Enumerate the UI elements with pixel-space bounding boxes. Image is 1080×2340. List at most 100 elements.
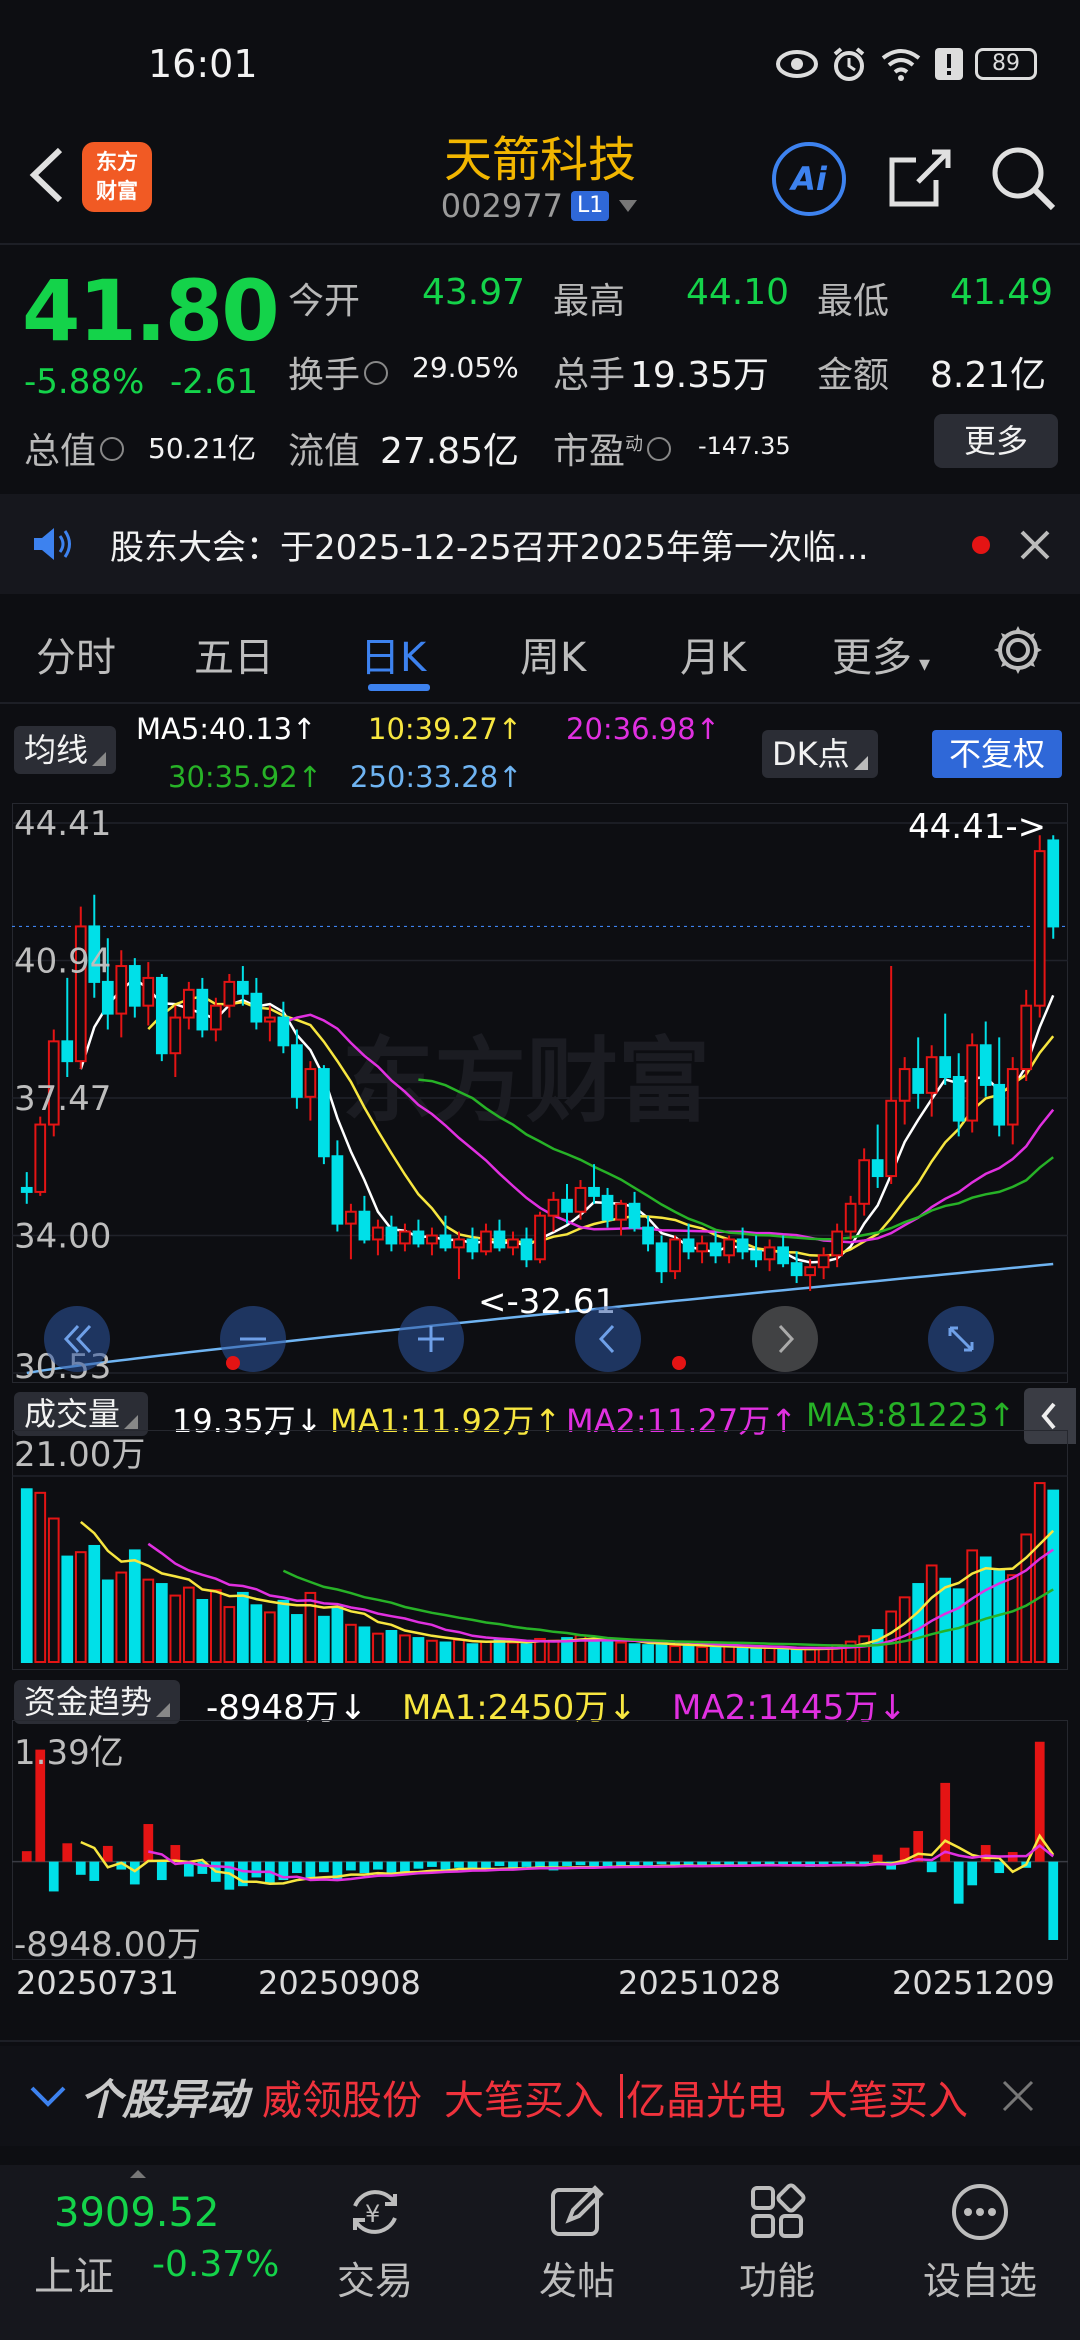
ma10-legend: 10:39.27↑ <box>368 712 522 746</box>
scroll-right-button[interactable] <box>752 1306 818 1372</box>
mktcap-label-text: 总值 <box>24 431 97 472</box>
nav-add-watchlist[interactable]: 设自选 <box>910 2180 1050 2305</box>
gear-icon[interactable] <box>990 622 1046 678</box>
event-dot[interactable] <box>672 1356 686 1370</box>
candle-body <box>223 980 236 1007</box>
scroll-left-fast-button[interactable] <box>44 1306 110 1372</box>
candle-body <box>277 1016 290 1047</box>
tab-more[interactable]: 更多 ▾ <box>832 625 930 683</box>
double-chevron-left-icon <box>63 1324 92 1354</box>
volume-bar <box>966 1549 979 1663</box>
flow-bar <box>319 1861 329 1873</box>
flow-bar <box>980 1845 991 1862</box>
tab-daily-k[interactable]: 日K <box>360 625 426 683</box>
candle-body <box>453 1238 465 1249</box>
volume-bar <box>777 1648 789 1664</box>
stock-code: 002977 <box>440 187 563 225</box>
candle-body <box>858 1159 871 1205</box>
volume-bar <box>750 1647 762 1663</box>
zoom-in-button[interactable] <box>398 1306 464 1372</box>
date-tick: 20250908 <box>258 1964 421 2002</box>
divider <box>0 2040 1080 2042</box>
flow-indicator-selector[interactable]: 资金趋势 <box>14 1680 181 1724</box>
scroll-left-button[interactable] <box>575 1306 641 1372</box>
pe-superscript: 动 <box>625 434 644 455</box>
volume-bar <box>790 1649 803 1664</box>
status-icons: 89 <box>775 42 1037 86</box>
volume-bar <box>47 1517 60 1663</box>
ma250-legend: 250:33.28↑ <box>350 760 523 794</box>
index-change[interactable]: -0.37% <box>152 2244 279 2285</box>
volume-bar <box>763 1646 776 1663</box>
dk-point-button[interactable]: DK点 <box>762 730 878 778</box>
volume-bar <box>115 1571 128 1664</box>
tab-weekly-k[interactable]: 周K <box>520 625 586 683</box>
tab-five-day[interactable]: 五日 <box>194 625 274 683</box>
capital-flow-chart[interactable]: 1.39亿 -8948.00万 <box>12 1720 1068 1960</box>
nav-post[interactable]: 发帖 <box>507 2180 647 2305</box>
flow-bar <box>454 1861 464 1868</box>
volume-bar <box>507 1641 519 1663</box>
tab-more-label: 更多 <box>832 635 912 681</box>
volume-chart[interactable]: 21.00万 <box>12 1430 1068 1670</box>
corner-triangle-icon <box>124 1415 139 1429</box>
indicator-selector[interactable]: 均线 <box>14 726 117 774</box>
candle-body <box>128 965 141 1007</box>
indicator-selector-label: 均线 <box>24 731 89 769</box>
index-value[interactable]: 3909.52 <box>54 2190 219 2236</box>
info-circle-icon <box>647 437 672 461</box>
flow-bar <box>359 1861 370 1874</box>
kline-chart[interactable]: 东方财富 44.4140.9437.4734.0030.5344.41-><-3… <box>12 803 1068 1383</box>
flow-bar <box>791 1861 802 1865</box>
tab-monthly-k[interactable]: 月K <box>680 625 746 683</box>
flow-bar <box>562 1861 572 1867</box>
pe-value: -147.35 <box>698 432 791 460</box>
candle-body <box>169 1016 182 1055</box>
search-icon[interactable] <box>985 140 1059 214</box>
candle-body <box>912 1068 925 1094</box>
adjust-mode-button[interactable]: 不复权 <box>932 730 1062 778</box>
pe-label[interactable]: 市盈动 <box>553 422 672 474</box>
more-quote-button[interactable]: 更多 <box>934 414 1058 468</box>
pe-label-text: 市盈 <box>553 431 626 472</box>
amount-value: 8.21亿 <box>930 355 1047 396</box>
notice-text[interactable]: 股东大会：于2025-12-25召开2025年第一次临... <box>110 520 960 569</box>
event-dot[interactable] <box>226 1356 240 1370</box>
volume-bar <box>182 1586 195 1664</box>
candle-body <box>993 1083 1006 1126</box>
candle-body <box>1033 850 1046 1007</box>
chevron-down-icon[interactable] <box>26 2078 70 2114</box>
volume-label: 总手 <box>553 355 626 396</box>
tab-intraday[interactable]: 分时 <box>36 625 116 683</box>
close-icon[interactable] <box>1010 520 1060 570</box>
share-icon[interactable] <box>882 140 956 214</box>
turnover-label-text: 换手 <box>288 355 361 396</box>
ticker-stock[interactable]: 亿晶光电 <box>626 2068 786 2126</box>
nav-trade[interactable]: ¥ 交易 <box>305 2180 445 2305</box>
ticker-event: 大笔买入 <box>808 2078 968 2124</box>
volume-bar <box>682 1644 695 1664</box>
ticker-event: 大笔买入 <box>444 2078 604 2124</box>
fullscreen-button[interactable] <box>928 1306 994 1372</box>
turnover-label[interactable]: 换手 <box>288 346 389 398</box>
candle-body <box>925 1056 938 1094</box>
ai-button[interactable]: Ai <box>772 142 846 216</box>
ticker-stock[interactable]: 威领股份 <box>262 2068 422 2126</box>
flow-bar <box>400 1861 410 1873</box>
candle-body <box>601 1194 614 1221</box>
info-circle-icon <box>364 361 389 385</box>
volume-legend-ma3: MA3:81223↑ <box>806 1396 1016 1434</box>
volume-bar <box>318 1615 330 1663</box>
flow-bar <box>156 1861 167 1881</box>
volume-bar <box>669 1645 681 1664</box>
eye-icon <box>776 50 818 78</box>
nav-functions-label: 功能 <box>738 2259 815 2303</box>
nav-functions[interactable]: 功能 <box>707 2180 847 2305</box>
candle-body <box>939 1056 952 1078</box>
close-icon[interactable] <box>996 2074 1040 2118</box>
candle-body <box>574 1186 587 1213</box>
candle-body <box>318 1068 330 1158</box>
candle-body <box>750 1250 762 1261</box>
index-name[interactable]: 上证 <box>34 2244 114 2302</box>
mktcap-label[interactable]: 总值 <box>24 422 125 474</box>
